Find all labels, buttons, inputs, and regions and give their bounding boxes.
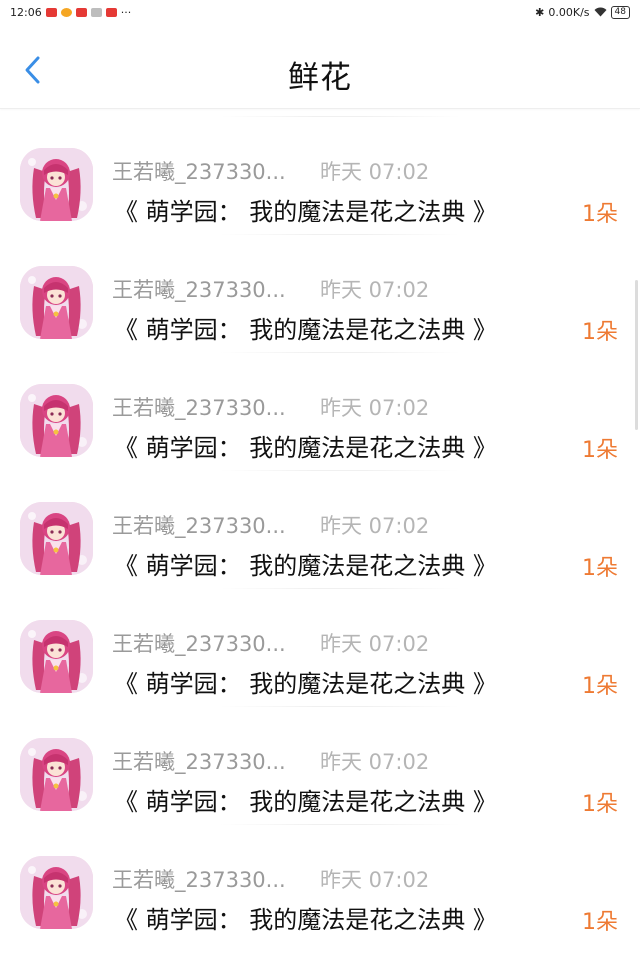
book-title[interactable]: 《 萌学园： 我的魔法是花之法典 》	[114, 428, 497, 463]
divider	[220, 824, 460, 825]
divider	[220, 706, 460, 707]
status-left: 12:06 ···	[10, 6, 131, 19]
flower-record-list: 王若曦_237330... 昨天 07:02 《 萌学园： 我的魔法是花之法典 …	[0, 112, 640, 938]
flower-count: 1朵	[582, 438, 618, 463]
status-time: 12:06	[10, 5, 42, 19]
book-title[interactable]: 《 萌学园： 我的魔法是花之法典 》	[114, 900, 497, 935]
bluetooth-icon: ✱	[535, 5, 545, 19]
network-speed: 0.00K/s	[548, 5, 590, 19]
book-title[interactable]: 《 萌学园： 我的魔法是花之法典 》	[114, 664, 497, 699]
anime-girl-avatar-image	[20, 148, 93, 221]
user-name: 王若曦_237330...	[112, 396, 286, 420]
flower-count: 1朵	[582, 792, 618, 817]
divider	[220, 588, 460, 589]
timestamp: 昨天 07:02	[320, 750, 430, 774]
battery-indicator: 48	[610, 5, 630, 19]
avatar[interactable]	[20, 384, 93, 457]
book-title[interactable]: 《 萌学园： 我的魔法是花之法典 》	[114, 192, 497, 227]
notification-icon	[45, 7, 57, 17]
book-title[interactable]: 《 萌学园： 我的魔法是花之法典 》	[114, 310, 497, 345]
divider	[220, 352, 460, 353]
avatar[interactable]	[20, 856, 93, 929]
book-title[interactable]: 《 萌学园： 我的魔法是花之法典 》	[114, 782, 497, 817]
flower-count: 1朵	[582, 202, 618, 227]
list-item[interactable]: 王若曦_237330... 昨天 07:02 《 萌学园： 我的魔法是花之法典 …	[0, 702, 640, 820]
avatar[interactable]	[20, 502, 93, 575]
avatar[interactable]	[20, 620, 93, 693]
scrollbar[interactable]	[635, 280, 638, 430]
list-item[interactable]: 王若曦_237330... 昨天 07:02 《 萌学园： 我的魔法是花之法典 …	[0, 348, 640, 466]
list-item[interactable]: 王若曦_237330... 昨天 07:02 《 萌学园： 我的魔法是花之法典 …	[0, 230, 640, 348]
timestamp: 昨天 07:02	[320, 278, 430, 302]
notification-icon	[90, 7, 102, 17]
anime-girl-avatar-image	[20, 856, 93, 929]
anime-girl-avatar-image	[20, 620, 93, 693]
flower-count: 1朵	[582, 910, 618, 935]
wifi-icon	[594, 7, 607, 17]
timestamp: 昨天 07:02	[320, 160, 430, 184]
notification-icon	[105, 7, 117, 17]
anime-girl-avatar-image	[20, 502, 93, 575]
divider	[220, 234, 460, 235]
list-item[interactable]: 王若曦_237330... 昨天 07:02 《 萌学园： 我的魔法是花之法典 …	[0, 584, 640, 702]
anime-girl-avatar-image	[20, 738, 93, 811]
status-bar: 12:06 ··· ✱ 0.00K/s 48	[0, 0, 640, 24]
user-name: 王若曦_237330...	[112, 160, 286, 184]
book-title[interactable]: 《 萌学园： 我的魔法是花之法典 》	[114, 546, 497, 581]
list-item[interactable]: 王若曦_237330... 昨天 07:02 《 萌学园： 我的魔法是花之法典 …	[0, 466, 640, 584]
timestamp: 昨天 07:02	[320, 632, 430, 656]
more-notifications-icon: ···	[120, 5, 132, 19]
user-name: 王若曦_237330...	[112, 278, 286, 302]
user-name: 王若曦_237330...	[112, 514, 286, 538]
flower-count: 1朵	[582, 674, 618, 699]
divider	[220, 116, 460, 117]
notification-icon	[60, 7, 72, 17]
timestamp: 昨天 07:02	[320, 514, 430, 538]
notification-icon	[75, 7, 87, 17]
flower-count: 1朵	[582, 556, 618, 581]
user-name: 王若曦_237330...	[112, 868, 286, 892]
avatar[interactable]	[20, 266, 93, 339]
list-item[interactable]: 王若曦_237330... 昨天 07:02 《 萌学园： 我的魔法是花之法典 …	[0, 112, 640, 230]
timestamp: 昨天 07:02	[320, 868, 430, 892]
flower-count: 1朵	[582, 320, 618, 345]
page-title: 鲜花	[288, 60, 352, 96]
avatar[interactable]	[20, 738, 93, 811]
timestamp: 昨天 07:02	[320, 396, 430, 420]
user-name: 王若曦_237330...	[112, 632, 286, 656]
list-item[interactable]: 王若曦_237330... 昨天 07:02 《 萌学园： 我的魔法是花之法典 …	[0, 820, 640, 938]
divider	[220, 470, 460, 471]
app-header: 鲜花	[0, 32, 640, 109]
anime-girl-avatar-image	[20, 384, 93, 457]
user-name: 王若曦_237330...	[112, 750, 286, 774]
avatar[interactable]	[20, 148, 93, 221]
status-right: ✱ 0.00K/s 48	[535, 5, 630, 19]
anime-girl-avatar-image	[20, 266, 93, 339]
